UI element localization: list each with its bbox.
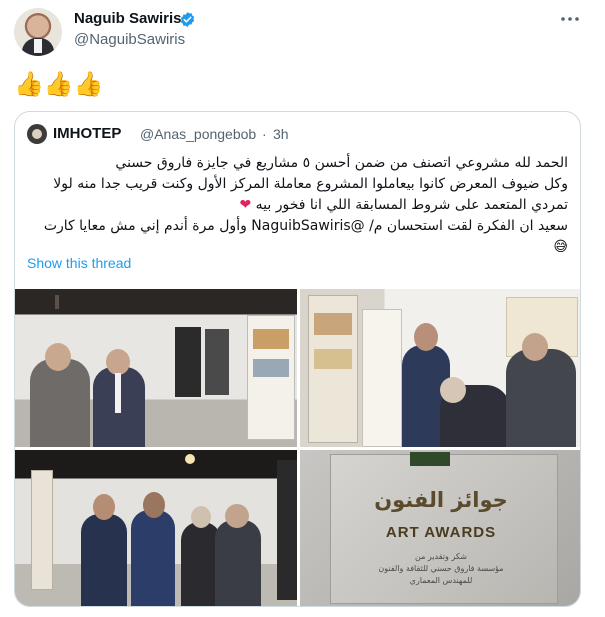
person-head-shape [191, 506, 211, 528]
person-shape [81, 514, 127, 606]
photo-exhibition-3[interactable] [15, 450, 297, 606]
quoted-text-line: سعيد ان الفكرة لقت استحسان م/ @NaguibSaw… [43, 218, 568, 234]
person-shape [215, 520, 261, 606]
verified-badge-icon [180, 12, 195, 27]
quoted-author-name[interactable]: IMHOTEP [53, 125, 121, 142]
award-subtitle: للمهندس المعماري [409, 576, 473, 585]
quoted-text-line: وكل ضيوف المعرض كانوا بيعاملوا المشروع م… [53, 176, 568, 192]
author-avatar[interactable] [14, 8, 62, 56]
photo-exhibition-2[interactable] [300, 289, 580, 447]
display-board-shape [31, 470, 53, 590]
author-name[interactable]: Naguib Sawiris [74, 10, 182, 27]
photo-grid: جوائز الفنون ART AWARDS شكر وتقدير من مؤ… [15, 289, 580, 606]
quoted-text-line-body: تمردي المتعمد على شروط المسابقة اللي انا… [255, 197, 568, 213]
award-title-english: ART AWARDS [385, 524, 497, 541]
drawing-shape [314, 349, 352, 369]
award-subtitle: مؤسسة فاروق حسني للثقافة والفنون [378, 564, 504, 573]
heart-emoji: ❤ [239, 197, 252, 213]
quoted-text-line: الحمد لله مشروعي اتصنف من ضمن أحسن ٥ مشا… [115, 155, 568, 171]
person-head-shape [414, 323, 438, 351]
poster-shape [175, 327, 201, 397]
tweet: Naguib Sawiris @NaguibSawiris 👍👍👍 IMHOTE… [0, 0, 605, 617]
person-shape [30, 359, 90, 447]
author-handle[interactable]: @NaguibSawiris [74, 31, 185, 48]
quoted-author-handle[interactable]: @Anas_pongebob [140, 126, 256, 142]
plaque-logo-shape [410, 452, 450, 466]
person-head-shape [522, 333, 548, 361]
award-subtitle: شكر وتقدير من [415, 552, 467, 561]
drawing-shape [253, 359, 289, 377]
photo-exhibition-1[interactable] [15, 289, 297, 447]
more-options-icon[interactable] [559, 12, 581, 26]
person-head-shape [106, 349, 130, 375]
poster-shape [205, 329, 229, 395]
person-head-shape [225, 504, 249, 528]
quoted-text-line: تمردي المتعمد على شروط المسابقة اللي انا… [23, 195, 568, 216]
ceiling-light-shape [55, 295, 59, 309]
person-head-shape [93, 494, 115, 520]
shirt-shape [115, 373, 121, 413]
show-thread-link[interactable]: Show this thread [27, 255, 131, 271]
drawing-shape [314, 313, 352, 335]
person-head-shape [143, 492, 165, 518]
tweet-text: 👍👍👍 [14, 71, 104, 98]
photo-art-awards-plaque[interactable]: جوائز الفنون ART AWARDS شكر وتقدير من مؤ… [300, 450, 580, 606]
quoted-author-avatar[interactable] [27, 124, 47, 144]
quoted-tweet-text: الحمد لله مشروعي اتصنف من ضمن أحسن ٥ مشا… [23, 153, 568, 258]
award-title-arabic: جوائز الفنون [374, 488, 508, 512]
avatar-shirt-shape [34, 39, 42, 53]
person-shape [506, 349, 576, 447]
drawing-shape [253, 329, 289, 349]
person-shape [131, 510, 175, 606]
separator-dot: · [262, 126, 267, 142]
person-head-shape [45, 343, 71, 371]
wall-edge-shape [277, 460, 297, 600]
quoted-tweet[interactable]: IMHOTEP @Anas_pongebob · 3h الحمد لله مش… [14, 111, 581, 607]
person-head-shape [440, 377, 466, 403]
display-board-shape [362, 309, 402, 447]
quoted-timestamp[interactable]: 3h [273, 126, 289, 142]
ceiling-light-shape [185, 454, 195, 464]
